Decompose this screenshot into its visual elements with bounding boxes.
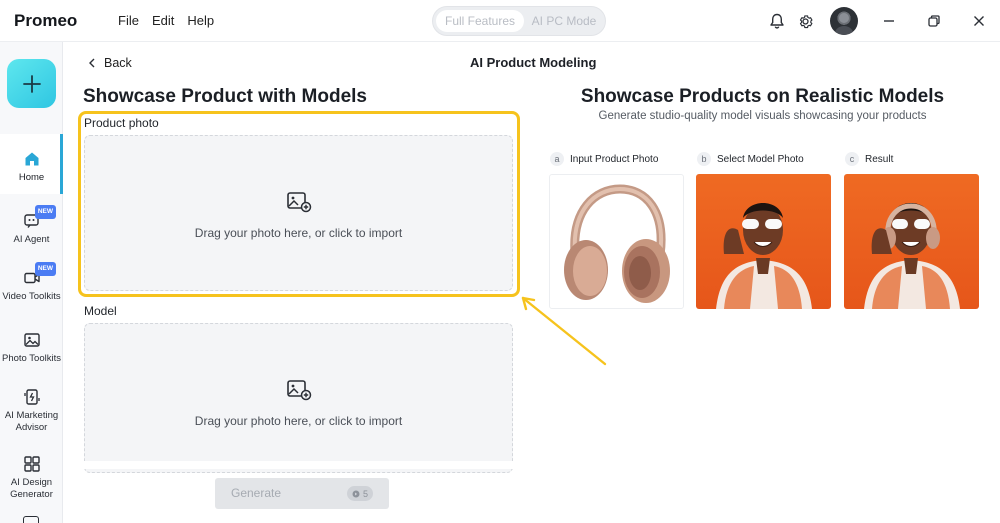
menu-edit[interactable]: Edit: [152, 13, 174, 28]
menu-file[interactable]: File: [118, 13, 139, 28]
add-image-icon: [286, 380, 311, 401]
sidebar: Home NEW AI Agent NEW Video Toolkits Pho…: [0, 42, 63, 523]
step-label: Input Product Photo: [570, 153, 659, 165]
sidebar-item-video-toolkits[interactable]: NEW Video Toolkits: [0, 262, 63, 313]
section-title: Showcase Product with Models: [83, 86, 367, 107]
step-input-product: a Input Product Photo: [550, 152, 658, 166]
example-model-image: [696, 174, 831, 309]
new-badge: NEW: [34, 262, 56, 276]
marketing-icon: [23, 389, 40, 405]
model-label: Model: [84, 304, 117, 318]
new-project-button[interactable]: [7, 59, 56, 108]
design-grid-icon: [23, 456, 40, 472]
sidebar-item-ai-design-generator[interactable]: AI Design Generator: [0, 455, 63, 500]
new-badge: NEW: [34, 205, 56, 219]
close-icon[interactable]: [969, 11, 989, 31]
sidebar-item-label: Photo Toolkits: [2, 353, 61, 364]
mode-full-features[interactable]: Full Features: [436, 10, 524, 32]
page-title: AI Product Modeling: [470, 55, 597, 70]
scroll-fade: [84, 461, 519, 469]
model-dropzone[interactable]: Drag your photo here, or click to import: [84, 323, 513, 473]
home-icon: [25, 152, 38, 166]
step-result: c Result: [845, 152, 893, 166]
sidebar-item-photo-toolkits[interactable]: Photo Toolkits: [0, 331, 63, 375]
sidebar-item-home[interactable]: Home: [0, 134, 63, 194]
back-button[interactable]: Back: [88, 56, 132, 70]
model-drop-text: Drag your photo here, or click to import: [194, 414, 403, 428]
sidebar-item-label: AI Design Generator: [10, 477, 53, 500]
restore-icon[interactable]: [924, 11, 944, 31]
menu-help[interactable]: Help: [187, 13, 214, 28]
minimize-icon[interactable]: [879, 11, 899, 31]
example-result-image: [844, 174, 979, 309]
model-photo: [716, 203, 812, 309]
menu-bar: File Edit Help: [118, 13, 214, 28]
credit-cost: 5: [362, 488, 368, 499]
title-bar: Promeo File Edit Help Full Features AI P…: [0, 0, 1000, 42]
headphones-image: [564, 184, 670, 303]
step-label: Select Model Photo: [717, 153, 804, 165]
showcase-subtitle: Generate studio-quality model visuals sh…: [598, 110, 927, 122]
mode-ai-pc[interactable]: AI PC Mode: [526, 10, 602, 32]
avatar[interactable]: [830, 7, 858, 35]
sidebar-item-label: AI Agent: [13, 234, 50, 245]
back-label: Back: [104, 56, 132, 70]
step-letter: a: [550, 152, 564, 166]
sidebar-item-label: Home: [18, 172, 45, 183]
step-label: Result: [865, 153, 894, 165]
step-letter: c: [845, 152, 859, 166]
plus-icon: [22, 74, 41, 93]
sidebar-item-label: AI Marketing Advisor: [4, 410, 59, 433]
step-letter: b: [697, 152, 711, 166]
step-select-model: b Select Model Photo: [697, 152, 804, 166]
photo-icon: [23, 333, 40, 347]
credit-cost-badge: 5: [346, 486, 373, 501]
sidebar-item-ai-marketing-advisor[interactable]: AI Marketing Advisor: [0, 388, 63, 444]
sidebar-item-label: Video Toolkits: [2, 291, 61, 302]
example-product-image: [549, 174, 684, 309]
showcase-title: Showcase Products on Realistic Models: [580, 86, 945, 107]
more-item-icon: [23, 516, 39, 523]
bell-icon[interactable]: [767, 11, 787, 31]
credit-icon: [352, 490, 360, 497]
mode-toggle[interactable]: Full Features AI PC Mode: [432, 6, 606, 36]
generate-button[interactable]: Generate 5: [215, 478, 389, 509]
result-photo: [864, 203, 960, 309]
gear-icon[interactable]: [795, 11, 815, 31]
app-name: Promeo: [14, 11, 78, 30]
chevron-left-icon: [89, 58, 95, 68]
sidebar-item-ai-agent[interactable]: NEW AI Agent: [0, 205, 63, 246]
generate-label: Generate: [231, 486, 282, 500]
focus-highlight: [78, 111, 520, 297]
